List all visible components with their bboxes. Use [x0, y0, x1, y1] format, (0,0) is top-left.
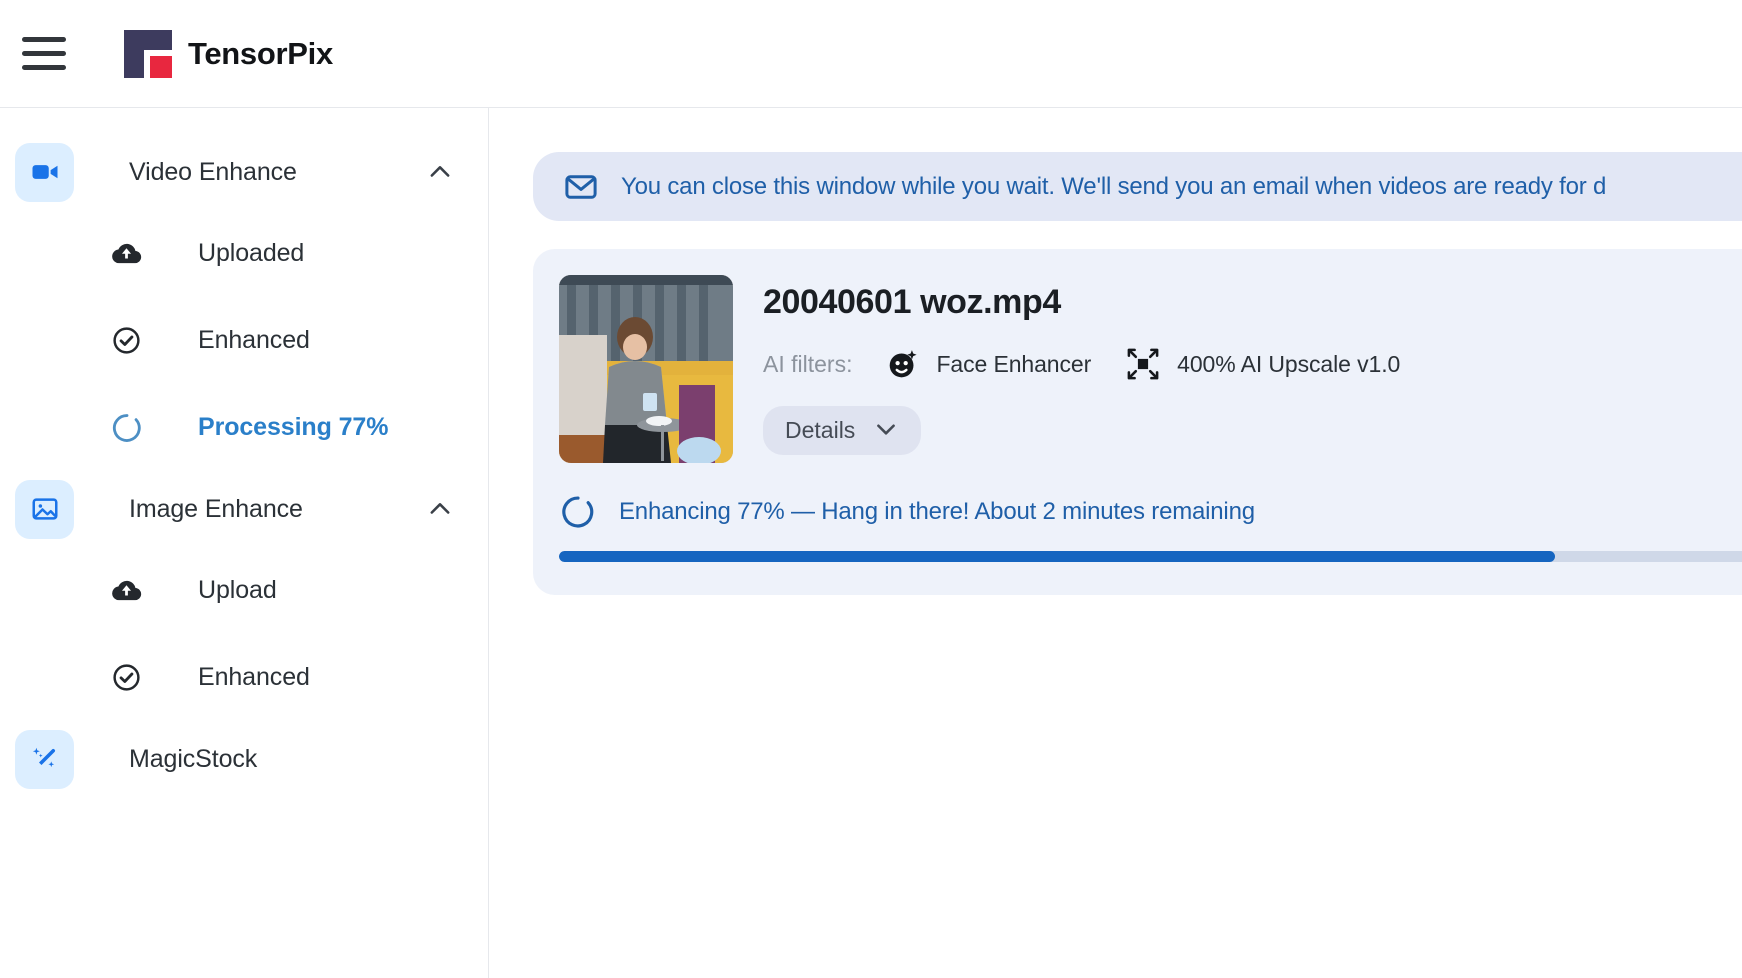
- sidebar-item-video-processing[interactable]: Processing 77%: [0, 384, 488, 471]
- tensorpix-logo-icon: [124, 29, 172, 78]
- sidebar-group-video-enhance[interactable]: Video Enhance: [0, 134, 488, 210]
- processing-status-text: Enhancing 77% — Hang in there! About 2 m…: [619, 498, 1255, 525]
- hamburger-bar: [22, 37, 66, 42]
- processing-status-row: Enhancing 77% — Hang in there! About 2 m…: [559, 493, 1742, 531]
- filter-label: Face Enhancer: [936, 350, 1092, 377]
- hamburger-menu-icon[interactable]: [20, 34, 68, 74]
- sidebar-item-label: Processing 77%: [198, 413, 389, 441]
- main-content: You can close this window while you wait…: [489, 108, 1742, 978]
- brand-name: TensorPix: [188, 35, 333, 71]
- sidebar-item-video-enhanced[interactable]: Enhanced: [0, 297, 488, 384]
- file-name: 20040601 woz.mp4: [763, 283, 1061, 321]
- details-button-label: Details: [785, 417, 856, 443]
- sidebar-item-label: Uploaded: [198, 239, 305, 267]
- spinner-icon: [97, 398, 156, 457]
- face-sparkle-icon: [886, 347, 920, 381]
- sidebar-group-image-enhance[interactable]: Image Enhance: [0, 471, 488, 547]
- sidebar-item-label: Enhanced: [198, 326, 310, 354]
- cloud-upload-icon: [97, 224, 156, 283]
- card-info: 20040601 woz.mp4 AI filters: Face Enhanc…: [763, 275, 1400, 463]
- upscale-arrows-icon: [1125, 346, 1161, 382]
- sidebar-group-label: Image Enhance: [129, 494, 303, 523]
- video-job-card: 20040601 woz.mp4 AI filters: Face Enhanc…: [533, 249, 1742, 595]
- email-notice-banner: You can close this window while you wait…: [533, 152, 1742, 221]
- check-circle-icon: [97, 311, 156, 370]
- progress-bar-track: [559, 551, 1742, 562]
- cloud-upload-icon: [97, 561, 156, 620]
- sidebar-item-image-enhanced[interactable]: Enhanced: [0, 634, 488, 721]
- chevron-up-icon[interactable]: [426, 495, 454, 523]
- envelope-icon: [563, 169, 599, 205]
- page-body: Video Enhance Uploaded Enhanced Processi…: [0, 108, 1742, 978]
- sidebar: Video Enhance Uploaded Enhanced Processi…: [0, 108, 489, 978]
- chevron-down-icon: [873, 416, 899, 445]
- hamburger-bar: [22, 51, 66, 56]
- video-camera-icon: [15, 142, 74, 202]
- banner-text: You can close this window while you wait…: [621, 172, 1607, 200]
- sidebar-item-magicstock[interactable]: MagicStock: [0, 721, 488, 797]
- sidebar-item-label: Enhanced: [198, 663, 310, 691]
- sidebar-group-label: Video Enhance: [129, 157, 297, 186]
- sidebar-item-image-upload[interactable]: Upload: [0, 547, 488, 634]
- image-icon: [15, 479, 74, 539]
- magic-wand-icon: [15, 729, 74, 789]
- filter-face-enhancer: Face Enhancer: [886, 347, 1091, 381]
- filter-label: 400% AI Upscale v1.0: [1177, 350, 1401, 377]
- top-bar: TensorPix: [0, 0, 1742, 108]
- brand-logo[interactable]: TensorPix: [124, 29, 333, 78]
- progress-bar-fill: [559, 551, 1556, 562]
- video-thumbnail[interactable]: [559, 275, 733, 463]
- sidebar-item-label: Upload: [198, 576, 277, 604]
- spinner-icon: [559, 493, 597, 531]
- card-top-row: 20040601 woz.mp4 AI filters: Face Enhanc…: [559, 275, 1742, 463]
- sidebar-item-video-uploaded[interactable]: Uploaded: [0, 210, 488, 297]
- filter-ai-upscale: 400% AI Upscale v1.0: [1125, 346, 1400, 382]
- sidebar-item-label: MagicStock: [129, 744, 258, 773]
- details-button[interactable]: Details: [763, 406, 922, 455]
- hamburger-bar: [22, 65, 66, 70]
- check-circle-icon: [97, 648, 156, 707]
- ai-filters-row: AI filters: Face Enhancer 400% AI Upscal…: [763, 346, 1400, 382]
- chevron-up-icon[interactable]: [426, 158, 454, 186]
- ai-filters-label: AI filters:: [763, 350, 853, 377]
